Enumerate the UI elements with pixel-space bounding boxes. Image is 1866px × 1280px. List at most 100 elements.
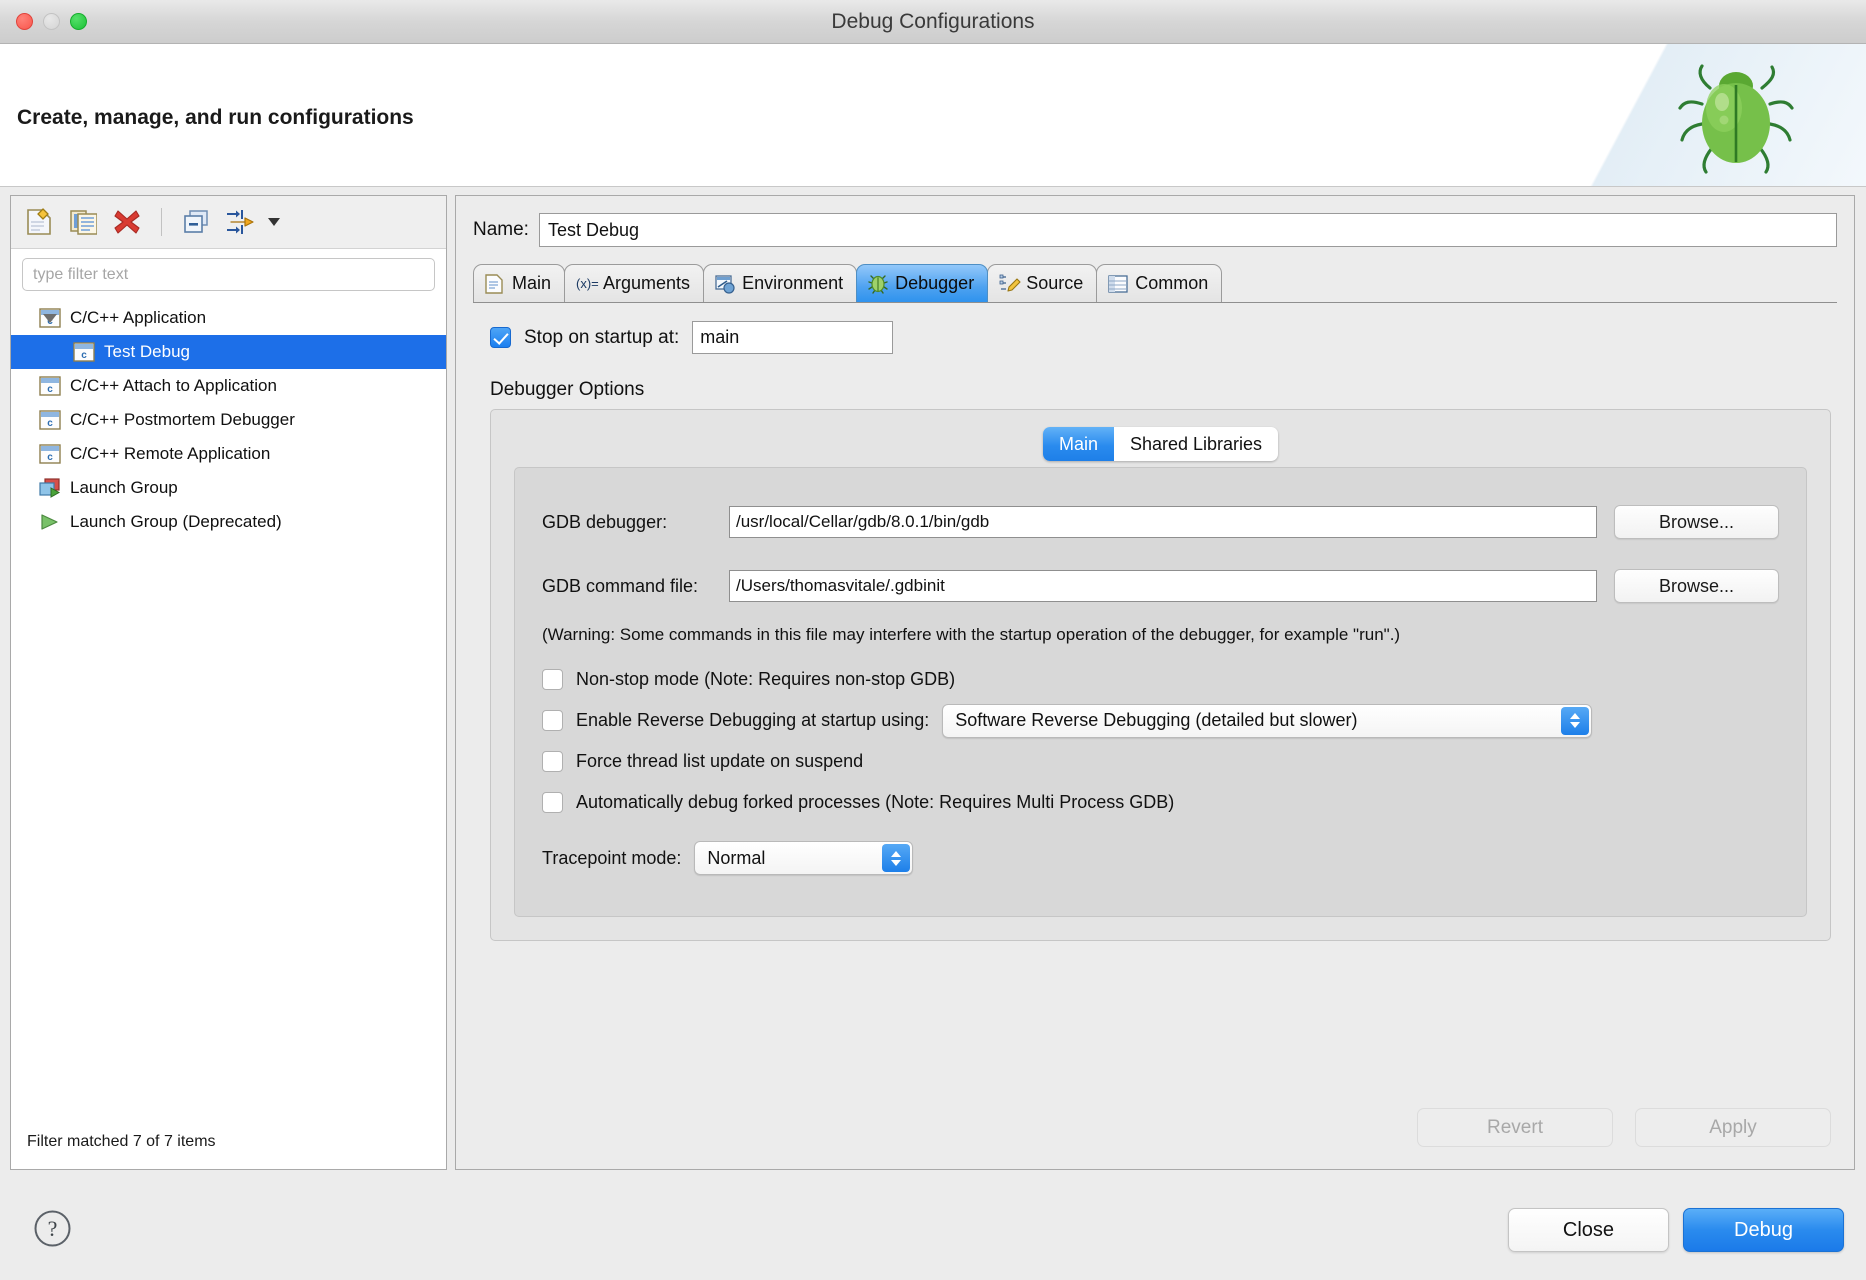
filter-field-wrapper <box>11 249 446 297</box>
stop-on-startup-label: Stop on startup at: <box>524 326 680 348</box>
reverse-debugging-select[interactable]: Software Reverse Debugging (detailed but… <box>942 703 1593 738</box>
gdb-debugger-browse-button[interactable]: Browse... <box>1614 505 1779 539</box>
reverse-debugging-checkbox[interactable] <box>542 710 563 731</box>
reverse-debugging-selected-value: Software Reverse Debugging (detailed but… <box>955 710 1358 730</box>
debugger-options-group: Main Shared Libraries GDB debugger: Brow… <box>490 409 1831 941</box>
bug-icon <box>868 274 888 294</box>
duplicate-configuration-icon[interactable] <box>65 204 101 240</box>
force-thread-list-update-checkbox[interactable] <box>542 751 563 772</box>
configuration-name-input[interactable] <box>538 213 1837 247</box>
tree-item-label: C/C++ Application <box>70 308 207 327</box>
gdb-debugger-row: GDB debugger: Browse... <box>515 505 1806 539</box>
close-button[interactable]: Close <box>1508 1208 1669 1252</box>
name-row: Name: <box>456 196 1854 247</box>
apply-button[interactable]: Apply <box>1635 1108 1831 1147</box>
maximize-window-button[interactable] <box>70 13 87 30</box>
tab-main[interactable]: Main <box>473 264 566 302</box>
tree-item-launch-group-deprecated[interactable]: Launch Group (Deprecated) <box>11 505 446 539</box>
non-stop-mode-row: Non-stop mode (Note: Requires non-stop G… <box>515 659 1806 700</box>
page-title: Create, manage, and run configurations <box>17 106 414 129</box>
window-controls[interactable] <box>16 13 87 30</box>
debugger-options-label: Debugger Options <box>490 379 645 400</box>
svg-text:c: c <box>81 350 87 361</box>
tab-environment[interactable]: Environment <box>703 264 858 302</box>
window-titlebar: Debug Configurations <box>0 0 1866 44</box>
c-app-icon: c <box>39 376 61 396</box>
gdb-command-file-browse-button[interactable]: Browse... <box>1614 569 1779 603</box>
variable-icon: (x)= <box>576 274 599 294</box>
debugger-subtabs[interactable]: Main Shared Libraries <box>1042 427 1279 461</box>
segmented-control-wrapper: Main Shared Libraries <box>491 427 1830 461</box>
debug-button[interactable]: Debug <box>1683 1208 1844 1252</box>
configurations-panel: c C/C++ Application c Test Debug c <box>10 195 447 1170</box>
subtab-main[interactable]: Main <box>1042 427 1114 461</box>
tree-item-c-cpp-postmortem-debugger[interactable]: c C/C++ Postmortem Debugger <box>11 403 446 437</box>
configurations-tree[interactable]: c C/C++ Application c Test Debug c C/C++… <box>11 297 446 539</box>
gdb-command-file-row: GDB command file: Browse... <box>515 569 1806 603</box>
tree-item-label: C/C++ Attach to Application <box>70 376 277 395</box>
new-configuration-icon[interactable] <box>21 204 57 240</box>
tree-item-c-cpp-application[interactable]: c C/C++ Application <box>11 301 446 335</box>
svg-text:c: c <box>47 384 53 395</box>
tree-item-label: Launch Group <box>70 478 178 497</box>
toolbar-separator <box>161 208 162 236</box>
gdb-command-file-input[interactable] <box>729 570 1597 602</box>
collapse-all-icon[interactable] <box>178 204 214 240</box>
gdb-command-file-label: GDB command file: <box>542 575 699 596</box>
non-stop-mode-label: Non-stop mode (Note: Requires non-stop G… <box>576 669 956 689</box>
stop-on-startup-row: Stop on startup at: <box>473 321 1837 354</box>
tree-item-c-cpp-remote-application[interactable]: c C/C++ Remote Application <box>11 437 446 471</box>
chevron-down-icon[interactable] <box>266 204 282 240</box>
name-label: Name: <box>473 219 529 240</box>
tree-item-label: C/C++ Remote Application <box>70 444 271 463</box>
close-window-button[interactable] <box>16 13 33 30</box>
stop-on-startup-input[interactable] <box>692 321 894 354</box>
tab-label: Source <box>1026 273 1084 293</box>
tab-label: Environment <box>742 273 844 293</box>
stop-on-startup-checkbox[interactable] <box>490 327 511 348</box>
gdb-debugger-input[interactable] <box>729 506 1597 538</box>
tab-common[interactable]: Common <box>1096 264 1223 302</box>
auto-debug-forked-processes-checkbox[interactable] <box>542 792 563 813</box>
stepper-arrows-icon[interactable] <box>882 844 911 872</box>
search-input[interactable] <box>22 258 435 291</box>
environment-icon <box>715 274 735 294</box>
subtab-shared-libraries[interactable]: Shared Libraries <box>1114 427 1278 461</box>
force-thread-list-update-row: Force thread list update on suspend <box>515 741 1806 782</box>
table-icon <box>1108 274 1128 294</box>
configuration-editor-panel: Name: Main (x)= Arguments <box>455 195 1855 1170</box>
stepper-arrows-icon[interactable] <box>1561 706 1590 735</box>
tracepoint-mode-select[interactable]: Normal <box>694 841 914 875</box>
revert-apply-row: Revert Apply <box>1417 1108 1831 1147</box>
filter-icon[interactable] <box>222 204 258 240</box>
dialog-buttons: Close Debug <box>1508 1208 1844 1252</box>
editor-tabs[interactable]: Main (x)= Arguments Environment Debugger… <box>473 264 1837 303</box>
tracepoint-mode-row: Tracepoint mode: Normal <box>515 841 1806 875</box>
tab-arguments[interactable]: (x)= Arguments <box>564 264 705 302</box>
filter-status-text: Filter matched 7 of 7 items <box>27 1133 216 1150</box>
c-app-icon: c <box>39 410 61 430</box>
launch-group-icon <box>39 478 61 498</box>
auto-debug-forked-processes-label: Automatically debug forked processes (No… <box>576 792 1175 812</box>
tab-debugger[interactable]: Debugger <box>856 264 989 302</box>
minimize-window-button[interactable] <box>43 13 60 30</box>
c-app-icon: c <box>73 342 95 362</box>
tab-label: Main <box>512 273 552 293</box>
chevron-down-icon[interactable] <box>43 313 57 323</box>
reverse-debugging-row: Enable Reverse Debugging at startup usin… <box>515 700 1806 741</box>
tree-item-label: Test Debug <box>104 342 190 361</box>
tracepoint-mode-label: Tracepoint mode: <box>542 847 682 868</box>
tree-item-test-debug[interactable]: c Test Debug <box>11 335 446 369</box>
reverse-debugging-label: Enable Reverse Debugging at startup usin… <box>576 710 930 730</box>
svg-text:c: c <box>47 418 53 429</box>
tree-item-label: C/C++ Postmortem Debugger <box>70 410 295 429</box>
window-title: Debug Configurations <box>831 9 1035 33</box>
revert-button[interactable]: Revert <box>1417 1108 1613 1147</box>
delete-configuration-icon[interactable] <box>109 204 145 240</box>
tab-source[interactable]: Source <box>987 264 1098 302</box>
tree-item-c-cpp-attach-to-application[interactable]: c C/C++ Attach to Application <box>11 369 446 403</box>
help-question-icon[interactable]: ? <box>33 1209 72 1248</box>
non-stop-mode-checkbox[interactable] <box>542 669 563 690</box>
gdb-debugger-label: GDB debugger: <box>542 511 668 532</box>
tree-item-launch-group[interactable]: Launch Group <box>11 471 446 505</box>
